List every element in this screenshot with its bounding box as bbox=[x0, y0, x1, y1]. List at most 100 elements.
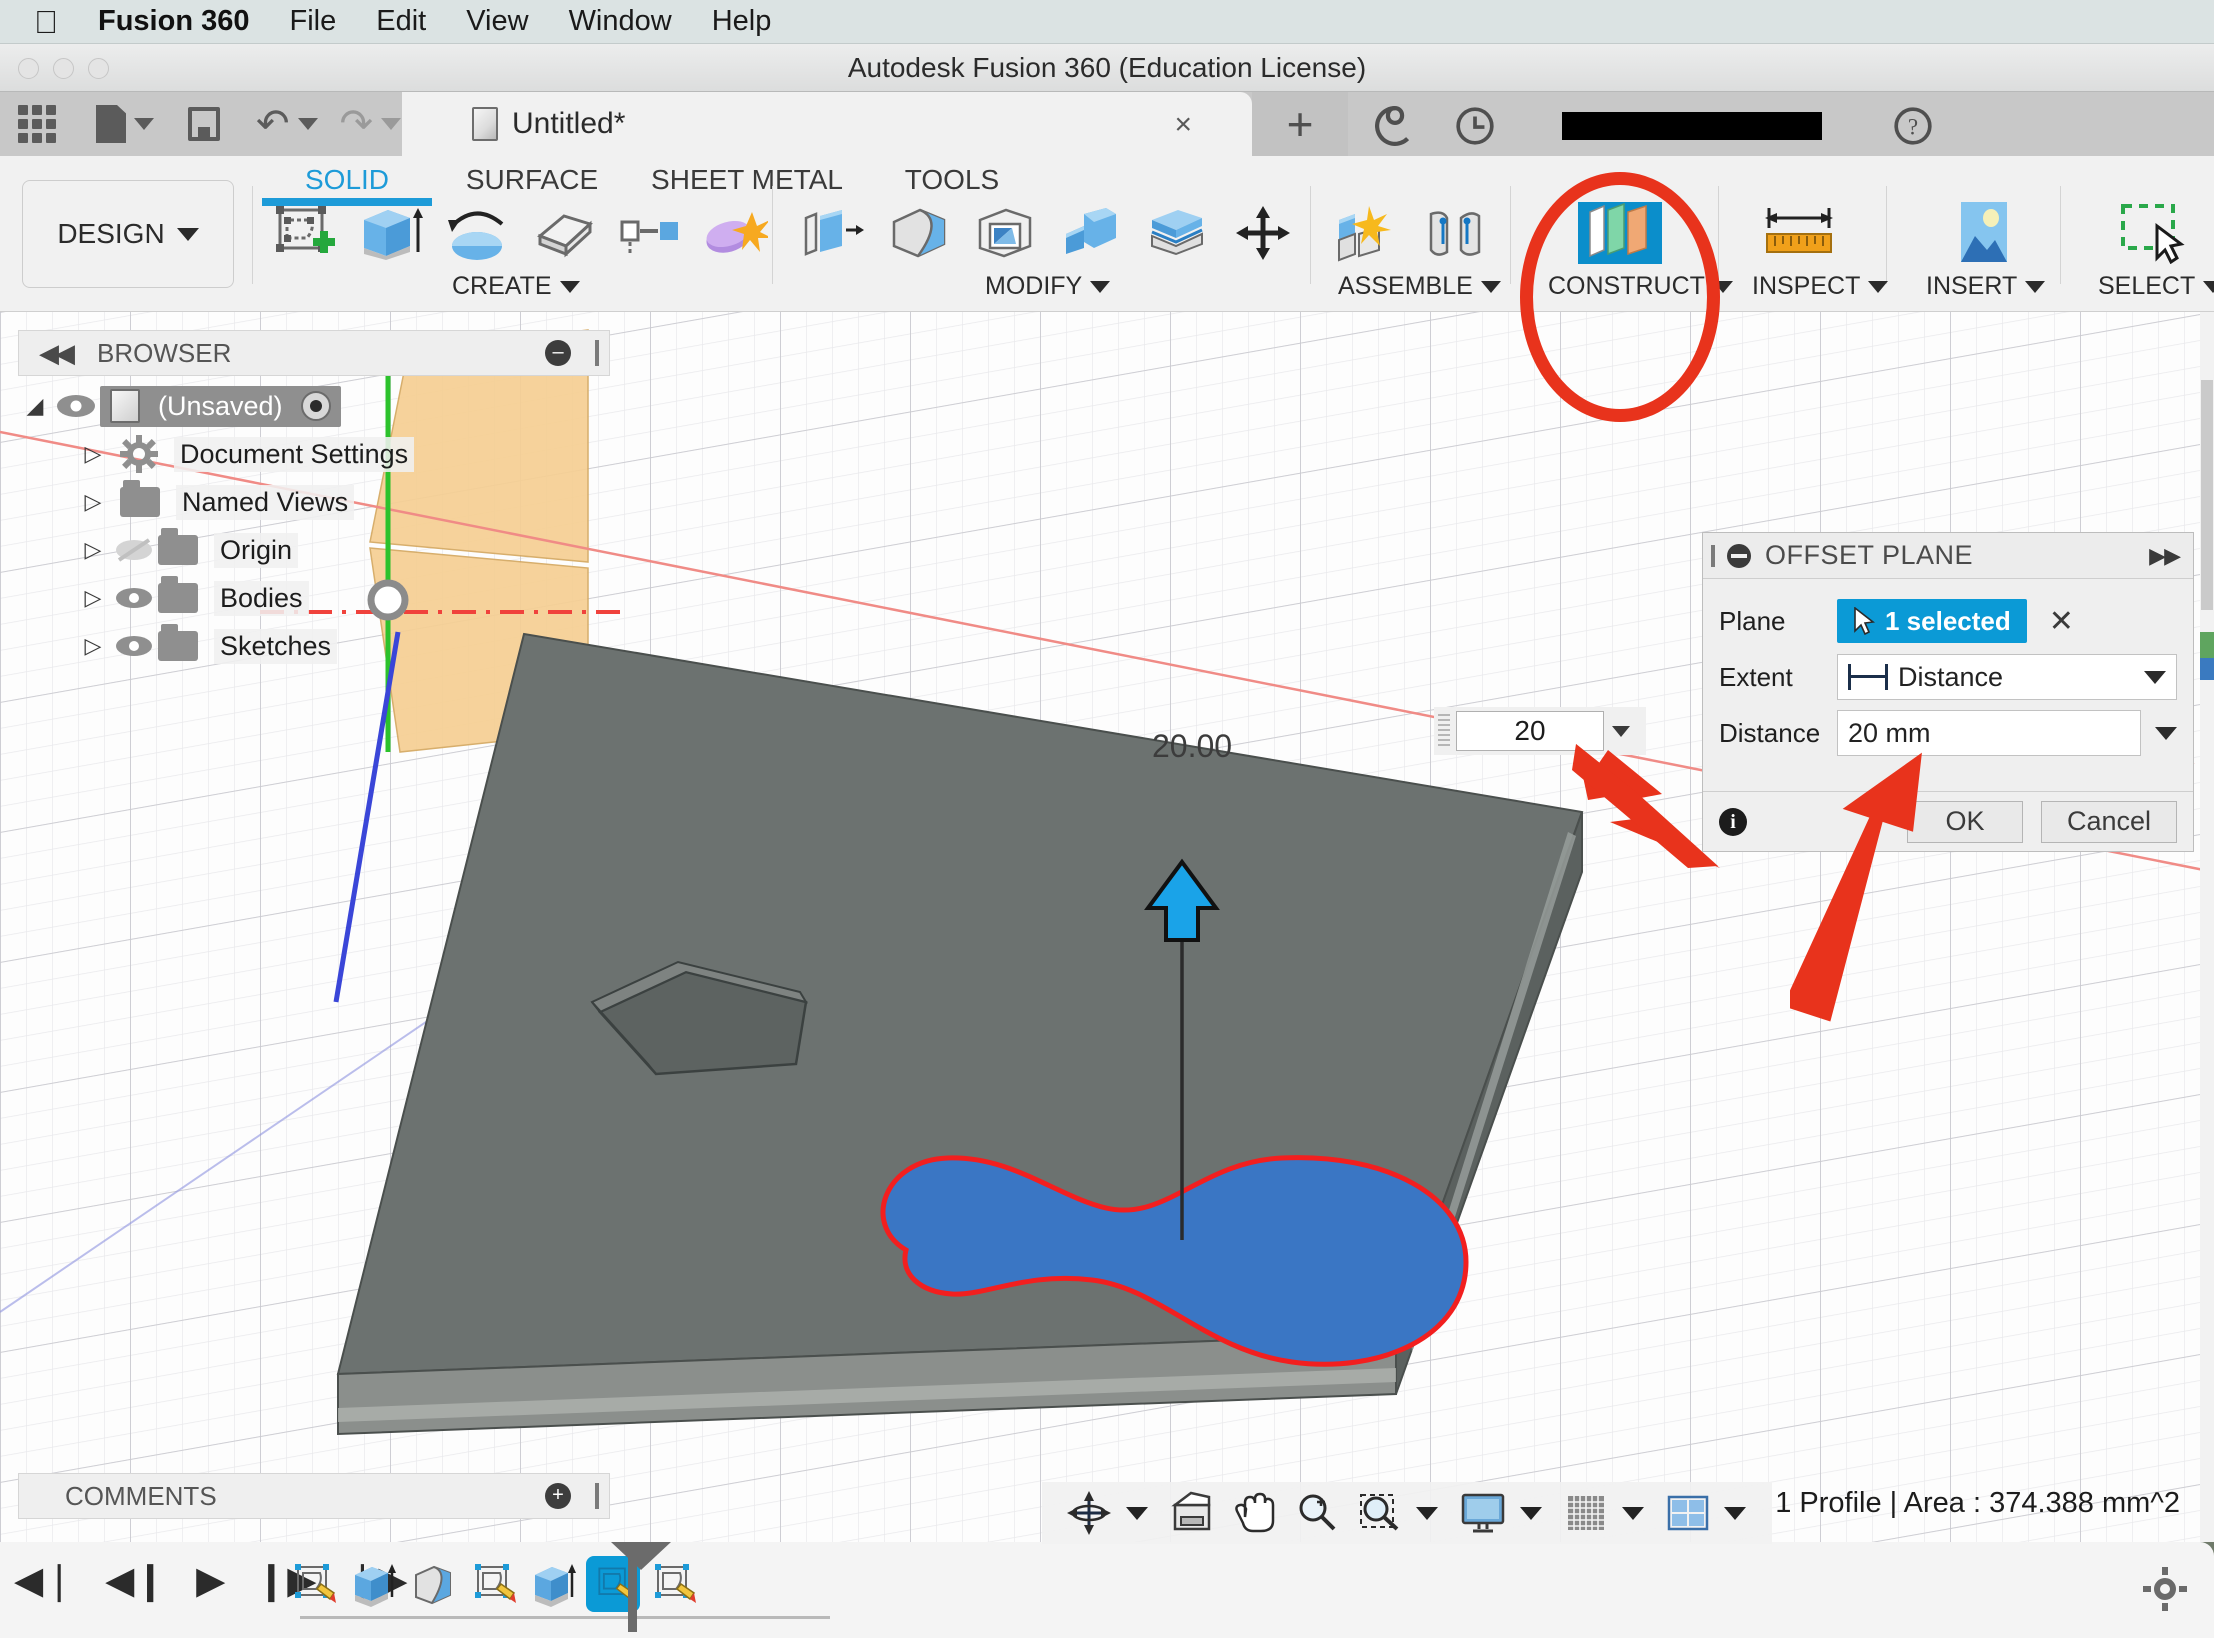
new-tab-button[interactable]: + bbox=[1252, 92, 1348, 156]
workspace-switcher-button[interactable]: DESIGN bbox=[22, 180, 234, 288]
timeline-item-sketch[interactable] bbox=[466, 1556, 520, 1612]
plus-circle-icon[interactable]: + bbox=[545, 1483, 571, 1509]
help-icon[interactable]: ? bbox=[1892, 105, 1934, 147]
orbit-icon[interactable] bbox=[1065, 1491, 1113, 1535]
apple-logo-icon[interactable]:  bbox=[34, 6, 58, 38]
undo-icon[interactable]: ↶ bbox=[256, 104, 290, 144]
viewports-chevron-down-icon[interactable] bbox=[1724, 1506, 1746, 1520]
expander-collapsed-icon[interactable]: ▷ bbox=[76, 585, 110, 611]
menu-app-name[interactable]: Fusion 360 bbox=[98, 5, 250, 38]
group-label-select[interactable]: SELECT bbox=[2098, 272, 2214, 301]
timeline-item-extrude[interactable] bbox=[526, 1556, 580, 1612]
timeline-item-fillet[interactable] bbox=[406, 1556, 460, 1612]
group-label-assemble[interactable]: ASSEMBLE bbox=[1338, 272, 1501, 301]
tool-create-sketch[interactable] bbox=[262, 200, 348, 266]
new-document-icon[interactable] bbox=[96, 105, 126, 143]
tool-fillet[interactable] bbox=[876, 200, 962, 266]
tool-revolve[interactable] bbox=[434, 200, 520, 266]
timeline-marker[interactable] bbox=[628, 1548, 637, 1632]
resize-grip-icon[interactable] bbox=[595, 1483, 599, 1509]
tab-sheet-metal[interactable]: SHEET METAL bbox=[632, 156, 862, 196]
tool-split-face[interactable] bbox=[1134, 200, 1220, 266]
menu-view[interactable]: View bbox=[466, 5, 528, 38]
tree-row-bodies[interactable]: ▷ Bodies bbox=[18, 574, 498, 622]
dialog-drag-grip-icon[interactable] bbox=[1711, 544, 1715, 567]
orbit-chevron-down-icon[interactable] bbox=[1126, 1506, 1148, 1520]
app-grid-icon[interactable] bbox=[18, 105, 56, 143]
pan-icon[interactable] bbox=[1233, 1491, 1277, 1535]
tree-row-root[interactable]: ◢ (Unsaved) bbox=[18, 382, 498, 430]
redo-chevron-down-icon[interactable] bbox=[381, 118, 402, 130]
close-tab-icon[interactable]: × bbox=[1174, 108, 1192, 142]
menu-edit[interactable]: Edit bbox=[376, 5, 426, 38]
timeline-settings-gear-icon[interactable] bbox=[2142, 1566, 2188, 1612]
tool-loft[interactable] bbox=[520, 200, 606, 266]
minus-circle-icon[interactable]: – bbox=[545, 340, 571, 366]
tree-row-origin[interactable]: ▷ Origin bbox=[18, 526, 498, 574]
chevron-down-icon[interactable] bbox=[1612, 725, 1630, 737]
expander-collapsed-icon[interactable]: ▷ bbox=[76, 633, 110, 659]
distance-chevron-down-icon[interactable] bbox=[2155, 726, 2177, 740]
new-document-chevron-down-icon[interactable] bbox=[134, 118, 154, 130]
offset-plane-dialog[interactable]: OFFSET PLANE ▶▶ Plane 1 selected ✕ Exten… bbox=[1702, 532, 2194, 852]
cancel-button[interactable]: Cancel bbox=[2041, 800, 2177, 843]
eye-icon[interactable] bbox=[52, 393, 100, 419]
timeline-item-sketch[interactable] bbox=[286, 1556, 340, 1612]
minus-circle-icon[interactable] bbox=[1727, 543, 1751, 568]
tool-new-component[interactable] bbox=[1325, 200, 1411, 266]
plane-selection-chip[interactable]: 1 selected bbox=[1837, 599, 2027, 643]
tab-tools[interactable]: TOOLS bbox=[862, 156, 1042, 196]
expander-collapsed-icon[interactable]: ▷ bbox=[76, 537, 110, 563]
tool-form[interactable] bbox=[692, 200, 778, 266]
expander-expanded-icon[interactable]: ◢ bbox=[18, 393, 52, 419]
tree-row-sketches[interactable]: ▷ Sketches bbox=[18, 622, 498, 670]
zoom-icon[interactable] bbox=[1295, 1491, 1339, 1535]
tool-combine[interactable] bbox=[1048, 200, 1134, 266]
eye-hidden-icon[interactable] bbox=[110, 536, 158, 564]
double-left-arrow-icon[interactable]: ◀◀ bbox=[39, 338, 75, 369]
tool-shell[interactable] bbox=[962, 200, 1048, 266]
drag-grip-icon[interactable] bbox=[1438, 714, 1450, 748]
menu-help[interactable]: Help bbox=[712, 5, 772, 38]
zoom-window-icon[interactable] bbox=[1357, 1491, 1403, 1535]
tool-select-window[interactable] bbox=[2100, 200, 2204, 266]
tree-row-named-views[interactable]: ▷ Named Views bbox=[18, 478, 498, 526]
group-label-modify[interactable]: MODIFY bbox=[985, 272, 1111, 301]
eye-icon[interactable] bbox=[110, 633, 158, 659]
display-chevron-down-icon[interactable] bbox=[1520, 1506, 1542, 1520]
group-label-create[interactable]: CREATE bbox=[452, 272, 580, 301]
tool-insert-image[interactable] bbox=[1932, 200, 2036, 266]
menu-window[interactable]: Window bbox=[569, 5, 672, 38]
grid-chevron-down-icon[interactable] bbox=[1622, 1506, 1644, 1520]
group-label-inspect[interactable]: INSPECT bbox=[1752, 272, 1889, 301]
job-status-icon[interactable] bbox=[1374, 105, 1416, 147]
group-label-insert[interactable]: INSERT bbox=[1926, 272, 2046, 301]
tool-press-pull[interactable] bbox=[790, 200, 876, 266]
step-back-button[interactable]: ◀❙ bbox=[105, 1562, 166, 1600]
activate-radio-icon[interactable] bbox=[300, 391, 331, 421]
tab-surface[interactable]: SURFACE bbox=[432, 156, 632, 196]
tool-pattern[interactable] bbox=[606, 200, 692, 266]
zoom-chevron-down-icon[interactable] bbox=[1416, 1506, 1438, 1520]
expander-collapsed-icon[interactable]: ▷ bbox=[76, 441, 110, 467]
user-name-redacted[interactable] bbox=[1562, 112, 1822, 140]
undo-chevron-down-icon[interactable] bbox=[297, 118, 318, 130]
look-at-icon[interactable] bbox=[1169, 1491, 1215, 1535]
tab-solid[interactable]: SOLID bbox=[262, 156, 432, 206]
play-button[interactable]: ▶ bbox=[196, 1562, 225, 1600]
viewports-icon[interactable] bbox=[1665, 1491, 1711, 1535]
tool-joint[interactable] bbox=[1411, 200, 1497, 266]
close-x-icon[interactable]: ✕ bbox=[2049, 604, 2074, 639]
comments-panel-header[interactable]: COMMENTS + bbox=[18, 1473, 610, 1519]
resize-grip-icon[interactable] bbox=[595, 340, 599, 366]
save-icon[interactable] bbox=[188, 107, 220, 141]
tree-row-document-settings[interactable]: ▷ Document Settings bbox=[18, 430, 498, 478]
expander-collapsed-icon[interactable]: ▷ bbox=[76, 489, 110, 515]
viewport-scrollbar-thumb[interactable] bbox=[2201, 380, 2213, 610]
extent-dropdown[interactable]: Distance bbox=[1837, 654, 2177, 700]
go-to-beginning-button[interactable]: ◀❘ bbox=[14, 1562, 75, 1600]
recent-icon[interactable] bbox=[1454, 105, 1496, 147]
timeline-item-extrude[interactable] bbox=[346, 1556, 400, 1612]
menu-file[interactable]: File bbox=[290, 5, 337, 38]
double-right-arrow-icon[interactable]: ▶▶ bbox=[2149, 543, 2181, 569]
